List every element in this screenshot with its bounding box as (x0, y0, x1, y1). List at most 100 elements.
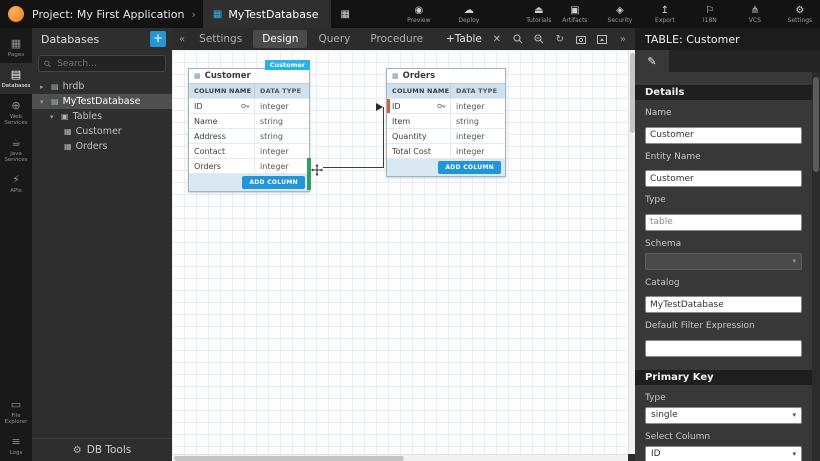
zoom-in-icon[interactable] (512, 34, 524, 44)
entity-orders[interactable]: ▦ Orders COLUMN NAME DATA TYPE ID intege… (386, 68, 506, 177)
table-icon: ▦ (64, 142, 72, 151)
table-row-address[interactable]: Address string (189, 129, 309, 144)
scrollbar-thumb[interactable] (813, 77, 819, 172)
chevron-down-icon[interactable]: ▾ (40, 98, 47, 106)
add-database-button[interactable]: + (150, 31, 166, 47)
vcs-button[interactable]: ⋔ VCS (737, 5, 773, 24)
tutorials-button[interactable]: ⏏ Tutorials (521, 5, 557, 24)
primary-key-section-header: Primary Key (635, 370, 812, 385)
export-diagram-icon[interactable] (596, 35, 608, 44)
tabs-scroll-right-icon[interactable]: » (617, 34, 629, 45)
scrollbar-thumb[interactable] (174, 456, 404, 461)
canvas-vertical-scrollbar[interactable] (628, 50, 635, 454)
entity-orders-header[interactable]: ▦ Orders (387, 69, 505, 84)
security-label: Security (608, 17, 633, 24)
tree-item-tables[interactable]: ▾ ▣ Tables (32, 109, 172, 124)
preview-button[interactable]: ◉ Preview (401, 5, 437, 24)
edit-tab[interactable]: ✎ (635, 50, 669, 72)
chevron-right-icon: › (191, 8, 195, 21)
table-row-id[interactable]: ID integer (189, 99, 309, 114)
entity-customer-header[interactable]: ▦ Customer Customer (189, 69, 309, 84)
security-icon: ◈ (616, 5, 624, 16)
i18n-icon: ⚐ (705, 5, 714, 16)
tab-design[interactable]: Design (253, 30, 307, 48)
table-row-total-cost[interactable]: Total Cost integer (387, 144, 505, 159)
chevron-down-icon: ▾ (792, 450, 796, 458)
database-tab[interactable]: ▦ MyTestDatabase ▦ (203, 0, 331, 28)
column-name: Orders (189, 159, 254, 173)
add-table-button[interactable]: +Table (446, 33, 482, 45)
filter-input[interactable] (645, 340, 802, 357)
tutorials-icon: ⏏ (534, 5, 543, 16)
file-explorer-icon: ▭ (11, 399, 21, 411)
table-row-item[interactable]: Item string (387, 114, 505, 129)
web-services-icon: ⊕ (11, 100, 20, 112)
zoom-out-icon[interactable] (533, 34, 545, 44)
select-column-select[interactable]: ID ▾ (645, 446, 802, 461)
table-row-name[interactable]: Name string (189, 114, 309, 129)
rail-item-web-services[interactable]: ⊕ Web Services (0, 94, 32, 131)
tab-procedure[interactable]: Procedure (361, 30, 432, 48)
rail-item-java-services[interactable]: ☕ Java Services (0, 131, 32, 168)
tree-item-customer[interactable]: ▦ Customer (32, 124, 172, 139)
column-header-row: COLUMN NAME DATA TYPE (387, 84, 505, 99)
chevron-down-icon[interactable]: ▾ (50, 113, 57, 121)
refresh-icon[interactable]: ↻ (554, 34, 566, 45)
table-row-contact[interactable]: Contact integer (189, 144, 309, 159)
column-name-header: COLUMN NAME (189, 84, 254, 98)
tabs-scroll-left-icon[interactable]: « (176, 34, 188, 45)
search-input[interactable] (55, 58, 160, 70)
chevron-right-icon[interactable]: ▸ (40, 83, 47, 91)
column-name: ID (189, 99, 254, 113)
deploy-button[interactable]: ☁ Deploy (451, 5, 487, 24)
project-label[interactable]: Project: My First Application (32, 8, 184, 21)
add-column-button[interactable]: ADD COLUMN (242, 176, 305, 189)
vcs-icon: ⋔ (751, 5, 759, 16)
rail-item-apis[interactable]: ⚡ APIs (0, 168, 32, 199)
entity-title: Customer (205, 71, 251, 81)
artifacts-label: Artifacts (562, 17, 587, 24)
app-logo-icon[interactable] (8, 6, 24, 22)
table-row-orders[interactable]: Orders integer (189, 159, 309, 174)
name-input[interactable] (645, 127, 802, 144)
artifacts-button[interactable]: ▣ Artifacts (557, 5, 593, 24)
schema-select[interactable]: ▾ (645, 253, 802, 270)
db-tools-button[interactable]: ⚙ DB Tools (32, 438, 172, 461)
i18n-button[interactable]: ⚐ I18N (692, 5, 728, 24)
tab-settings[interactable]: Settings (190, 30, 251, 48)
rail-item-pages[interactable]: ▦ Pages (0, 32, 32, 63)
entity-customer[interactable]: ▦ Customer Customer COLUMN NAME DATA TYP… (188, 68, 310, 192)
settings-button[interactable]: ⚙ Settings (782, 5, 818, 24)
type-input[interactable] (645, 214, 802, 231)
close-icon[interactable]: ✕ (491, 34, 503, 45)
table-row-id[interactable]: ID integer (387, 99, 505, 114)
catalog-input[interactable] (645, 296, 802, 313)
field-catalog: Catalog (645, 278, 802, 314)
tab-query[interactable]: Query (309, 30, 359, 48)
snapshot-icon[interactable] (575, 35, 587, 44)
inspector-scrollbar[interactable] (812, 72, 820, 461)
export-button[interactable]: ↥ Export (647, 5, 683, 24)
pk-type-select[interactable]: single ▾ (645, 407, 802, 424)
tree-item-hrdb[interactable]: ▸ ▤ hrdb (32, 79, 172, 94)
field-schema: Schema ▾ (645, 239, 802, 270)
add-column-button[interactable]: ADD COLUMN (438, 161, 501, 174)
rail-label: APIs (10, 188, 22, 194)
table-icon: ▦ (64, 127, 72, 136)
design-canvas[interactable]: ▦ Customer Customer COLUMN NAME DATA TYP… (172, 50, 628, 454)
table-row-quantity[interactable]: Quantity integer (387, 129, 505, 144)
inspector-title: TABLE: Customer (635, 28, 820, 50)
field-pk-type: Type single ▾ (645, 393, 802, 424)
apps-grid-icon[interactable]: ▦ (340, 9, 349, 20)
column-name: Name (189, 114, 254, 128)
tree-item-orders[interactable]: ▦ Orders (32, 139, 172, 154)
security-button[interactable]: ◈ Security (602, 5, 638, 24)
entity-name-input[interactable] (645, 170, 802, 187)
rail-item-databases[interactable]: ▤ Databases (0, 63, 32, 94)
rail-item-logs[interactable]: ≡ Logs (0, 430, 32, 461)
tree-item-mytestdatabase[interactable]: ▾ ▤ MyTestDatabase (32, 94, 172, 109)
canvas-horizontal-scrollbar[interactable] (172, 454, 628, 461)
rail-item-file-explorer[interactable]: ▭ File Explorer (0, 393, 32, 430)
catalog-label: Catalog (645, 278, 802, 288)
move-anchor-icon[interactable] (311, 161, 323, 173)
